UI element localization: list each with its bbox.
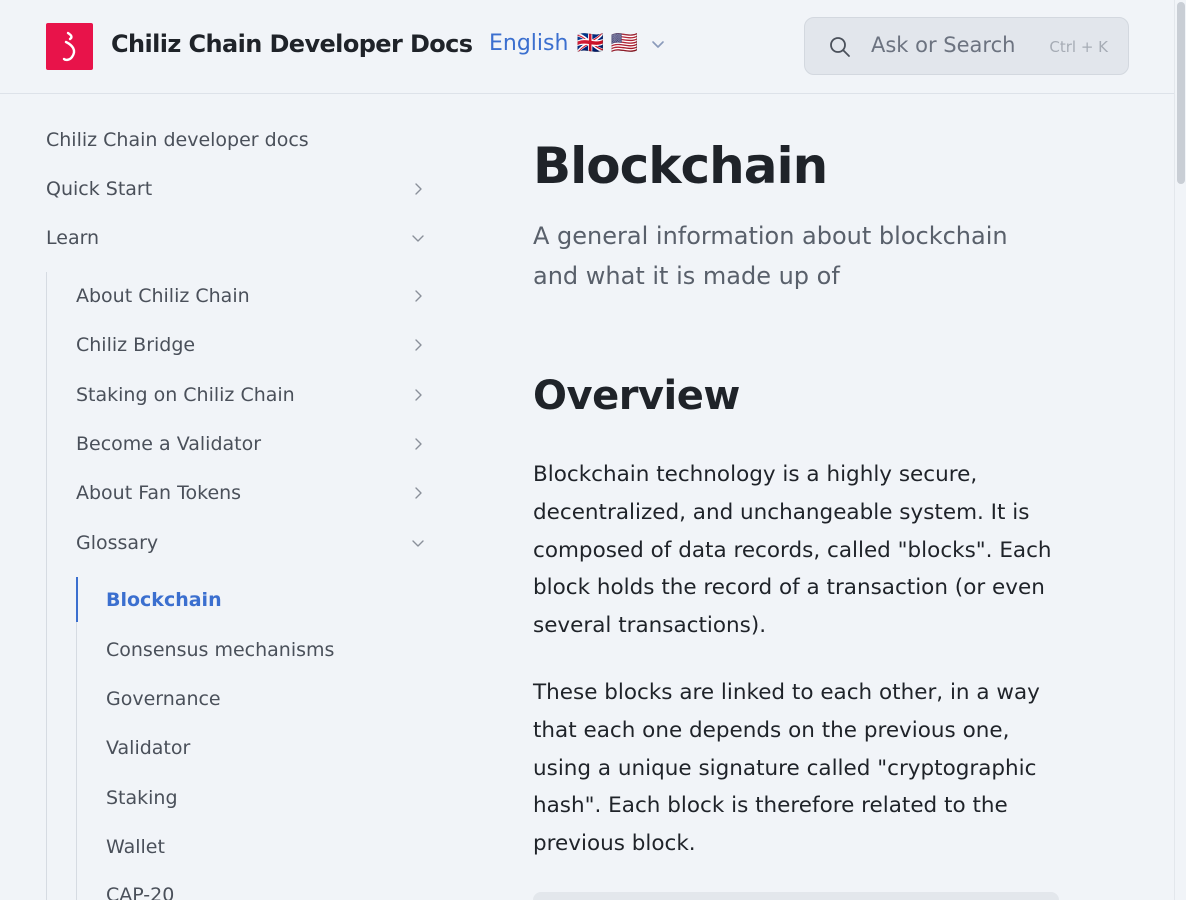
chevron-down-icon: [412, 235, 424, 242]
sidebar-item-quick-start[interactable]: Quick Start: [46, 169, 432, 209]
learn-tree-line: [46, 272, 47, 900]
page-title: Blockchain: [533, 137, 828, 195]
search-icon: [830, 37, 850, 57]
chevron-down-icon: [412, 540, 424, 547]
sidebar-nav: Chiliz Chain developer docs Quick Start …: [0, 95, 470, 900]
sidebar-item-label: Learn: [46, 227, 100, 249]
chiliz-logo-icon[interactable]: [46, 23, 93, 70]
search-placeholder: Ask or Search: [871, 33, 1016, 57]
sidebar-item-label: Staking on Chiliz Chain: [76, 384, 295, 406]
chevron-right-icon: [415, 438, 422, 450]
section-heading-overview: Overview: [533, 373, 740, 419]
sidebar-item-home[interactable]: Chiliz Chain developer docs: [46, 120, 309, 160]
paragraph: Blockchain technology is a highly secure…: [533, 462, 1052, 639]
active-item-indicator: [76, 577, 78, 622]
sidebar-item-staking[interactable]: Staking: [106, 778, 178, 818]
sidebar-item-label: Validator: [106, 737, 191, 759]
chevron-down-icon: [652, 40, 665, 48]
sidebar-item-consensus-mechanisms[interactable]: Consensus mechanisms: [106, 630, 334, 670]
sidebar-item-chiliz-bridge[interactable]: Chiliz Bridge: [76, 325, 432, 365]
sidebar-item-staking-on-chiliz-chain[interactable]: Staking on Chiliz Chain: [76, 375, 432, 415]
page-subtitle: A general information about blockchain a…: [533, 222, 1008, 290]
sidebar-item-label: Blockchain: [106, 589, 222, 611]
sidebar-item-label: Quick Start: [46, 178, 153, 200]
search-input[interactable]: Ask or Search Ctrl + K: [804, 17, 1129, 75]
sidebar-item-label: Chiliz Chain developer docs: [46, 129, 309, 151]
sidebar-item-label: Staking: [106, 787, 178, 809]
page-scrollbar[interactable]: [1174, 0, 1186, 900]
sidebar-item-label: Wallet: [106, 836, 165, 858]
sidebar-item-about-fan-tokens[interactable]: About Fan Tokens: [76, 473, 432, 513]
paragraph: These blocks are linked to each other, i…: [533, 680, 1040, 857]
sidebar-item-about-chiliz-chain[interactable]: About Chiliz Chain: [76, 276, 432, 316]
sidebar-item-label: About Chiliz Chain: [76, 285, 250, 307]
chevron-right-icon: [415, 183, 422, 195]
sidebar-item-become-a-validator[interactable]: Become a Validator: [76, 424, 432, 464]
sidebar-item-governance[interactable]: Governance: [106, 679, 221, 719]
sidebar-item-cap-20[interactable]: CAP-20: [106, 875, 174, 900]
content-block: [533, 892, 1059, 900]
chevron-right-icon: [415, 389, 422, 401]
top-bar: Chiliz Chain Developer Docs English 🇬🇧 🇺…: [0, 0, 1174, 94]
sidebar-item-wallet[interactable]: Wallet: [106, 827, 165, 867]
chevron-right-icon: [415, 487, 422, 499]
sidebar-item-label: About Fan Tokens: [76, 482, 242, 504]
sidebar-item-label: Become a Validator: [76, 433, 262, 455]
sidebar-item-label: Governance: [106, 688, 221, 710]
sidebar-item-glossary[interactable]: Glossary: [76, 523, 432, 563]
scrollbar-thumb[interactable]: [1177, 2, 1185, 184]
sidebar-item-label: Consensus mechanisms: [106, 639, 335, 661]
sidebar-item-label: Chiliz Bridge: [76, 334, 196, 356]
sidebar-item-label: Glossary: [76, 532, 159, 554]
chevron-right-icon: [415, 339, 422, 351]
site-title[interactable]: Chiliz Chain Developer Docs: [111, 30, 473, 58]
search-shortcut: Ctrl + K: [1049, 38, 1108, 56]
language-label: English: [489, 31, 569, 56]
chevron-right-icon: [415, 290, 422, 302]
sidebar-item-label: CAP-20: [106, 884, 175, 900]
sidebar-item-validator[interactable]: Validator: [106, 728, 190, 768]
language-selector[interactable]: English 🇬🇧 🇺🇸: [489, 31, 666, 56]
glossary-tree-line: [76, 577, 77, 900]
sidebar-item-blockchain[interactable]: Blockchain: [106, 580, 222, 620]
sidebar-item-learn[interactable]: Learn: [46, 218, 432, 258]
language-flags: 🇬🇧 🇺🇸: [576, 31, 639, 56]
